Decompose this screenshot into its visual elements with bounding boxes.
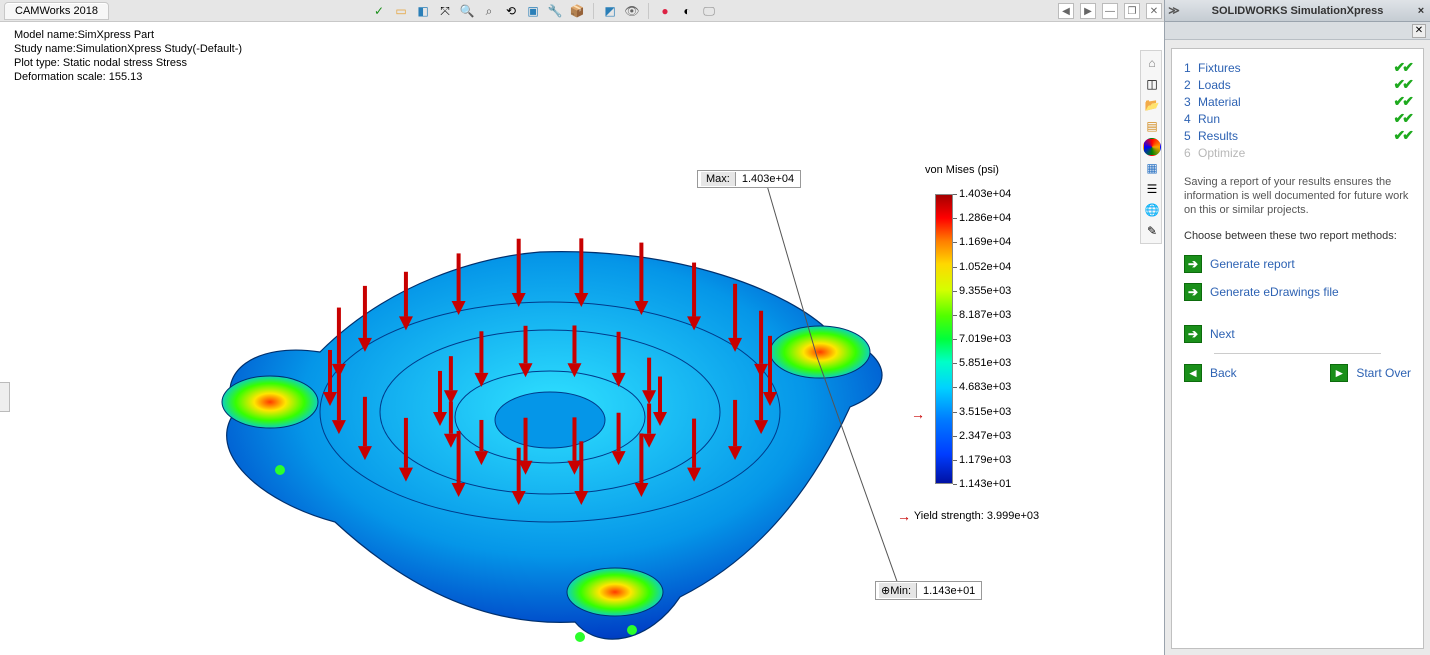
sim-panel-subbar: ✕ (1165, 22, 1430, 40)
window-control-3[interactable]: ❐ (1124, 3, 1140, 19)
arrow-right-icon: ➔ (1184, 255, 1202, 273)
wrench-icon[interactable]: 🔧 (546, 2, 564, 20)
appearance-icon[interactable]: ● (656, 2, 674, 20)
divider (1214, 353, 1381, 354)
legend-tick: 2.347e+03 (959, 430, 1011, 442)
sim-panel-pin-icon[interactable]: × (1412, 5, 1430, 17)
document-icon[interactable]: ▭ (392, 2, 410, 20)
max-callout[interactable]: Max: 1.403e+04 (697, 170, 801, 188)
wizard-step-fixtures[interactable]: 1Fixtures✔✔ (1184, 59, 1411, 76)
window-control-2[interactable]: — (1102, 3, 1118, 19)
box-icon[interactable]: ▣ (524, 2, 542, 20)
part-tree-icon[interactable]: ◫ (1143, 75, 1161, 93)
plot-info: Model name:SimXpress Part Study name:Sim… (14, 28, 242, 84)
camworks-tab[interactable]: CAMWorks 2018 (4, 2, 109, 20)
min-value: 1.143e+01 (920, 584, 978, 598)
package-icon[interactable]: 📦 (568, 2, 586, 20)
accept-icon[interactable]: ✓ (370, 2, 388, 20)
appearances-icon[interactable] (1143, 138, 1161, 156)
open-folder-icon[interactable]: 📂 (1143, 96, 1161, 114)
visibility-icon[interactable]: 👁 (623, 2, 641, 20)
check-icon: ✔✔ (1394, 59, 1411, 76)
legend-tick: 4.683e+03 (959, 381, 1011, 393)
yield-pointer-icon: → (911, 406, 925, 422)
fea-result-part (180, 222, 900, 642)
view-palette-icon[interactable]: ▤ (1143, 117, 1161, 135)
left-flyout-handle[interactable] (0, 382, 10, 412)
resources-icon[interactable]: ☰ (1143, 180, 1161, 198)
task-pane-tabs: ⌂ ◫ 📂 ▤ ▦ ☰ 🌐 ✎ (1140, 50, 1162, 244)
main-toolbar: ✓▭◧⤧🔍⌕⟲▣🔧📦 ◩👁 ●◐🖵 (370, 1, 718, 21)
generate-report-link[interactable]: ➔ Generate report (1184, 255, 1411, 273)
cube-icon[interactable]: ◧ (414, 2, 432, 20)
stress-legend: von Mises (psi) 1.403e+041.286e+041.169e… (925, 164, 1085, 188)
back-link[interactable]: Back (1184, 364, 1237, 382)
yield-strength-label: → Yield strength: 3.999e+03 (897, 506, 1039, 522)
wizard-step-material[interactable]: 3Material✔✔ (1184, 93, 1411, 110)
graphics-viewport[interactable]: Model name:SimXpress Part Study name:Sim… (0, 22, 1164, 655)
wizard-step-run[interactable]: 4Run✔✔ (1184, 110, 1411, 127)
arrow-right-icon: ➔ (1184, 325, 1202, 343)
legend-tick: 1.286e+04 (959, 212, 1011, 224)
sim-panel-titlebar: ≫ SOLIDWORKS SimulationXpress × (1165, 0, 1430, 22)
legend-tick: 1.052e+04 (959, 261, 1011, 273)
legend-color-bar (935, 194, 953, 484)
forum-icon[interactable]: 🌐 (1143, 201, 1161, 219)
sim-panel-body: 1Fixtures✔✔2Loads✔✔3Material✔✔4Run✔✔5Res… (1171, 48, 1424, 649)
simulationxpress-panel: ≫ SOLIDWORKS SimulationXpress × ✕ 1Fixtu… (1164, 0, 1430, 655)
generate-edrawings-link[interactable]: ➔ Generate eDrawings file (1184, 283, 1411, 301)
window-control-1[interactable]: ▶ (1080, 3, 1096, 19)
axis-icon[interactable]: ⤧ (436, 2, 454, 20)
arrow-left-icon (1184, 364, 1202, 382)
check-icon: ✔✔ (1394, 110, 1411, 127)
collapse-panel-icon[interactable]: ≫ (1165, 4, 1183, 17)
max-label: Max: (701, 172, 736, 186)
legend-tick: 5.851e+03 (959, 357, 1011, 369)
arrow-right-icon (1330, 364, 1348, 382)
start-over-link[interactable]: Start Over (1330, 364, 1411, 382)
legend-tick: 1.179e+03 (959, 454, 1011, 466)
legend-title: von Mises (psi) (925, 164, 1085, 176)
render-cube-icon[interactable]: ◩ (601, 2, 619, 20)
sim-panel-title: SOLIDWORKS SimulationXpress (1183, 5, 1412, 17)
home-icon[interactable]: ⌂ (1143, 54, 1161, 72)
wizard-step-optimize: 6Optimize (1184, 144, 1411, 161)
sim-panel-close-icon[interactable]: ✕ (1412, 24, 1426, 38)
display-icon[interactable]: 🖵 (700, 2, 718, 20)
legend-tick: 3.515e+03 (959, 406, 1011, 418)
wizard-steps: 1Fixtures✔✔2Loads✔✔3Material✔✔4Run✔✔5Res… (1184, 59, 1411, 161)
check-icon: ✔✔ (1394, 76, 1411, 93)
arrow-right-icon: ➔ (1184, 283, 1202, 301)
legend-tick: 9.355e+03 (959, 285, 1011, 297)
sim-description: Saving a report of your results ensures … (1184, 175, 1411, 217)
viewport-window-controls: ◀ ▶ — ❐ ✕ (1058, 2, 1162, 20)
check-icon: ✔✔ (1394, 93, 1411, 110)
legend-tick: 1.143e+01 (959, 478, 1011, 490)
legend-tick: 7.019e+03 (959, 333, 1011, 345)
info-model: Model name:SimXpress Part (14, 28, 242, 42)
legend-tick: 8.187e+03 (959, 309, 1011, 321)
window-control-4[interactable]: ✕ (1146, 3, 1162, 19)
legend-tick: 1.403e+04 (959, 188, 1011, 200)
legend-tick: 1.169e+04 (959, 236, 1011, 248)
sim-instruction: Choose between these two report methods: (1184, 229, 1411, 243)
info-plot-type: Plot type: Static nodal stress Stress (14, 56, 242, 70)
zoom-area-icon[interactable]: ⌕ (480, 2, 498, 20)
rotate-icon[interactable]: ⟲ (502, 2, 520, 20)
min-label: Min: (890, 585, 911, 597)
wizard-step-loads[interactable]: 2Loads✔✔ (1184, 76, 1411, 93)
min-callout[interactable]: ⊕Min: 1.143e+01 (875, 581, 982, 600)
max-value: 1.403e+04 (739, 172, 797, 186)
decals-icon[interactable]: ▦ (1143, 159, 1161, 177)
info-deformation: Deformation scale: 155.13 (14, 70, 242, 84)
sketch-tool-icon[interactable]: ✎ (1143, 222, 1161, 240)
window-control-0[interactable]: ◀ (1058, 3, 1074, 19)
yield-arrow-icon: → (897, 508, 911, 524)
next-link[interactable]: ➔ Next (1184, 325, 1411, 343)
check-icon: ✔✔ (1394, 127, 1411, 144)
magnify-icon[interactable]: 🔍 (458, 2, 476, 20)
scene-icon[interactable]: ◐ (678, 2, 696, 20)
wizard-step-results[interactable]: 5Results✔✔ (1184, 127, 1411, 144)
info-study: Study name:SimulationXpress Study(-Defau… (14, 42, 242, 56)
